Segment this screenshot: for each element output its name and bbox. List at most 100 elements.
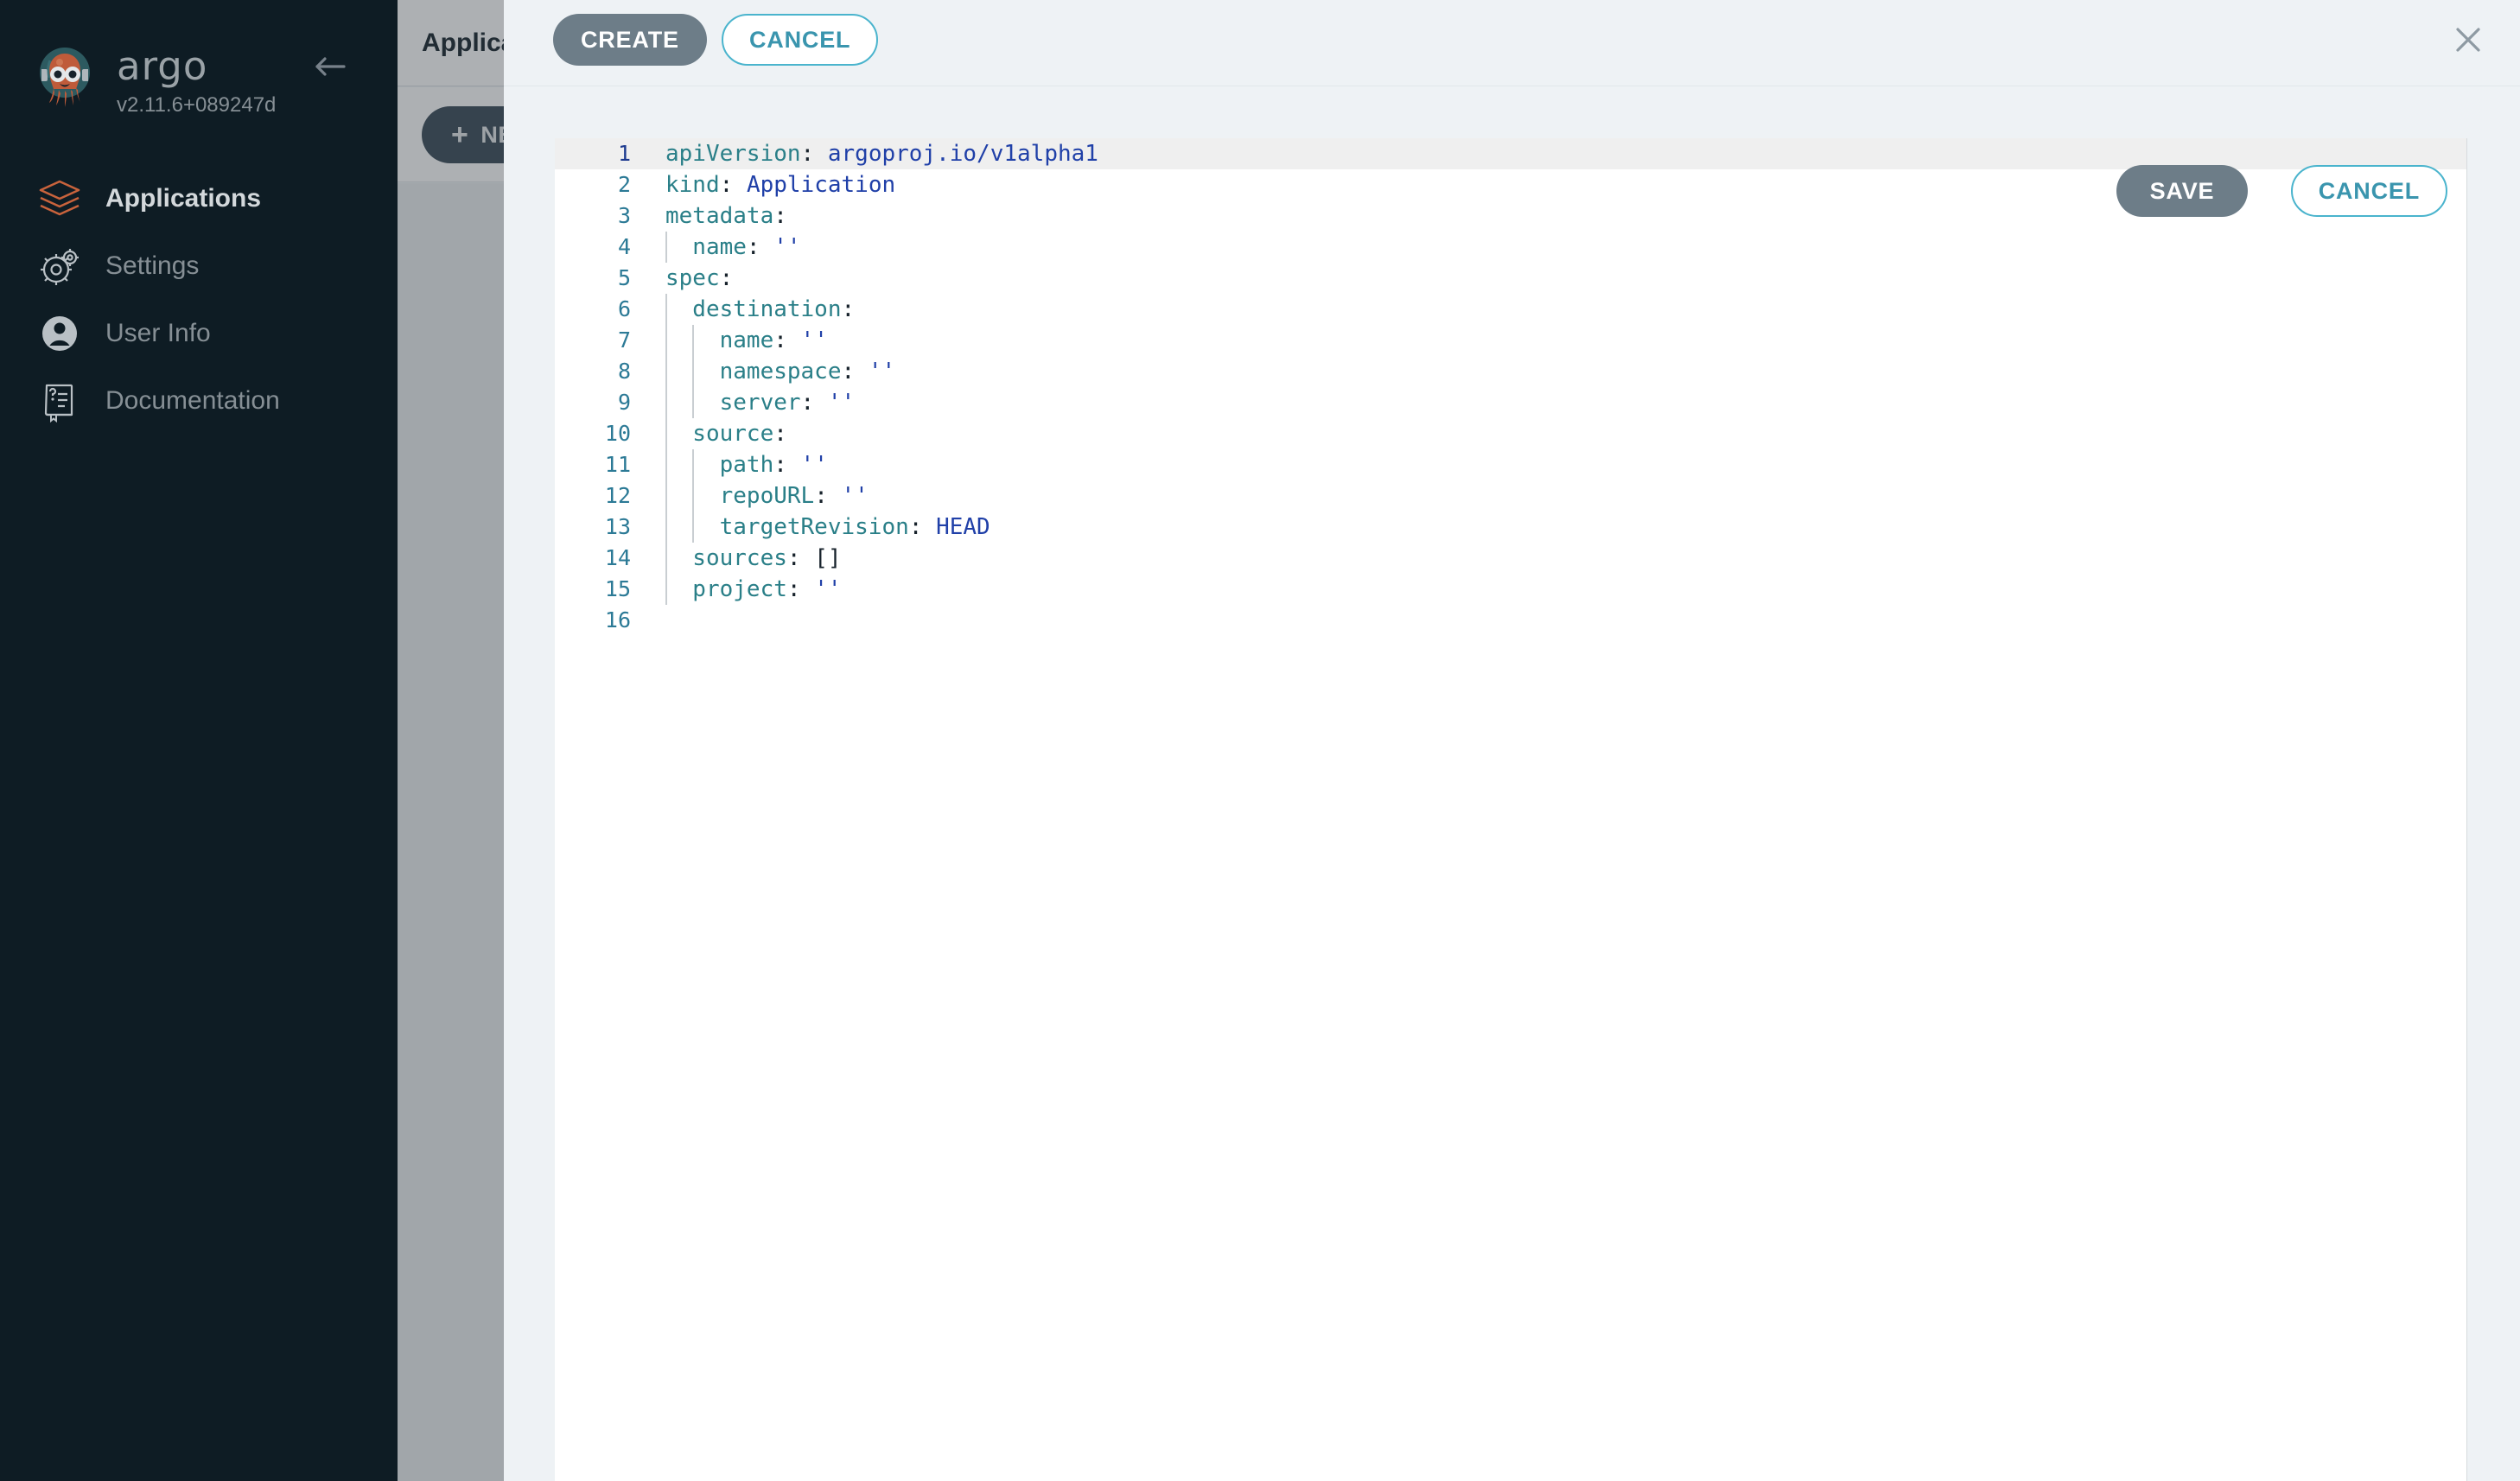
line-number: 4 — [617, 234, 631, 259]
line-number: 3 — [617, 203, 631, 228]
sidebar-item-label: Settings — [105, 251, 200, 280]
code-token: '' — [800, 452, 828, 478]
code-line[interactable]: 12 repoURL: '' — [555, 480, 2466, 512]
modal-cancel-button[interactable]: CANCEL — [722, 14, 879, 66]
sidebar-header: argo v2.11.6+089247d — [0, 0, 398, 151]
code-token: : — [773, 421, 787, 447]
code-token: : — [908, 514, 923, 540]
create-button[interactable]: CREATE — [553, 14, 707, 66]
yaml-editor-panel[interactable]: 1 apiVersion: argoproj.io/v1alpha1 2 kind: … — [555, 138, 2467, 1481]
code-line[interactable]: 15 project: '' — [555, 574, 2466, 605]
line-number: 5 — [617, 265, 631, 290]
code-line[interactable]: 7 name: '' — [555, 325, 2466, 356]
code-token: '' — [841, 483, 869, 509]
code-token: '' — [814, 576, 842, 602]
line-number: 2 — [617, 172, 631, 197]
brand-wordmark: argo — [117, 43, 208, 89]
editor-cancel-button[interactable]: CANCEL — [2290, 165, 2447, 217]
sidebar-item-applications[interactable]: Applications — [0, 165, 398, 232]
code-token: project — [665, 576, 787, 602]
code-token: : — [719, 172, 734, 198]
line-number: 16 — [604, 607, 631, 632]
code-line[interactable]: 16 — [555, 605, 2466, 636]
sidebar-nav: Applications Settings User Info Document… — [0, 165, 398, 435]
code-text: repoURL: '' — [652, 480, 2466, 512]
code-line[interactable]: 5 spec: — [555, 263, 2466, 294]
code-text: server: '' — [652, 387, 2466, 418]
code-token: '' — [800, 327, 828, 353]
code-line[interactable]: 4 name: '' — [555, 232, 2466, 263]
layers-icon — [33, 172, 86, 226]
line-number: 11 — [604, 452, 631, 477]
code-token: [] — [814, 545, 842, 571]
code-token: HEAD — [936, 514, 990, 540]
modal-header: CREATE CANCEL — [504, 0, 2520, 86]
code-token: : — [814, 483, 828, 509]
indent-guide — [665, 512, 667, 543]
sidebar-item-documentation[interactable]: Documentation — [0, 367, 398, 435]
sidebar: argo v2.11.6+089247d Applications Settin… — [0, 0, 398, 1481]
code-token: '' — [773, 234, 801, 260]
close-x-icon[interactable] — [2446, 17, 2491, 62]
code-line[interactable]: 9 server: '' — [555, 387, 2466, 418]
code-line[interactable]: 10 source: — [555, 418, 2466, 449]
line-number: 13 — [604, 514, 631, 539]
sidebar-item-user-info[interactable]: User Info — [0, 300, 398, 367]
code-token: source — [665, 421, 774, 447]
code-line[interactable]: 11 path: '' — [555, 449, 2466, 480]
indent-guide — [665, 480, 667, 512]
code-line[interactable]: 13 targetRevision: HEAD — [555, 512, 2466, 543]
indent-guide — [665, 543, 667, 574]
code-token: Application — [746, 172, 896, 198]
indent-guide — [665, 449, 667, 480]
code-line[interactable]: 6 destination: — [555, 294, 2466, 325]
book-question-icon — [33, 374, 86, 428]
code-line[interactable]: 14 sources: [] — [555, 543, 2466, 574]
code-token: destination — [665, 296, 842, 322]
code-token: : — [841, 296, 856, 322]
line-number: 1 — [617, 141, 631, 166]
save-button[interactable]: SAVE — [2116, 165, 2248, 217]
line-number: 15 — [604, 576, 631, 601]
code-token: : — [841, 359, 856, 385]
arrow-left-icon[interactable] — [307, 45, 355, 88]
code-token: kind — [665, 172, 720, 198]
code-line[interactable]: 8 namespace: '' — [555, 356, 2466, 387]
line-number: 7 — [617, 327, 631, 353]
code-token: metadata — [665, 203, 774, 229]
sidebar-item-settings[interactable]: Settings — [0, 232, 398, 300]
code-text: namespace: '' — [652, 356, 2466, 387]
code-token: : — [773, 203, 787, 229]
indent-guide — [692, 480, 695, 512]
code-text: destination: — [652, 294, 2466, 325]
line-number: 8 — [617, 359, 631, 384]
code-token: : — [773, 327, 787, 353]
code-token: apiVersion — [665, 141, 801, 167]
code-token: argoproj.io/v1alpha1 — [827, 141, 1098, 167]
code-token: name — [665, 327, 774, 353]
indent-guide — [692, 387, 695, 418]
code-text: sources: [] — [652, 543, 2466, 574]
code-token: : — [719, 265, 734, 291]
code-token: '' — [868, 359, 896, 385]
code-token: sources — [665, 545, 787, 571]
brand-block: argo v2.11.6+089247d — [117, 45, 290, 118]
code-token: spec — [665, 265, 720, 291]
argo-octopus-logo — [31, 41, 99, 109]
indent-guide — [665, 574, 667, 605]
line-number: 12 — [604, 483, 631, 508]
code-token: : — [800, 390, 815, 416]
app-root: Applications + NEW APP — [0, 0, 2520, 1481]
code-token: name — [665, 234, 747, 260]
sidebar-item-label: User Info — [105, 319, 211, 347]
line-number: 9 — [617, 390, 631, 415]
